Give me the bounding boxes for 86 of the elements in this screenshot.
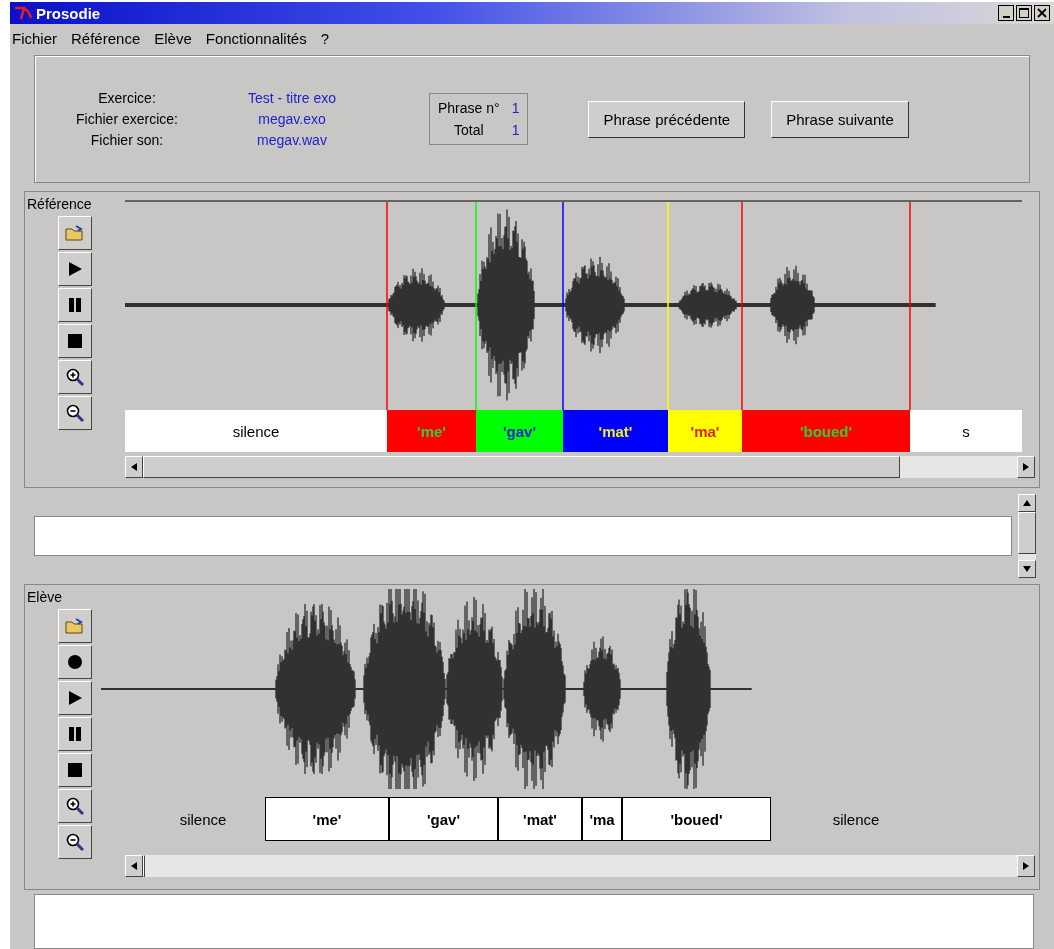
scroll-left-button[interactable] [125,456,143,478]
segment-label: 'boued' [742,410,910,452]
window-title: Prosodie [36,4,102,22]
tool-button[interactable] [58,288,92,322]
segment-label: s [910,410,1022,452]
down-arrow-icon [1023,566,1031,572]
scroll-right-button[interactable] [1017,456,1035,478]
counter-value: 1 [511,122,520,138]
stop-icon [67,333,83,349]
scroll-right-button[interactable] [1017,855,1035,877]
info-value: megav.exo [257,111,327,127]
tool-button[interactable] [58,825,92,859]
tool-button[interactable] [58,609,92,643]
segment-label: 'ma' [668,410,742,452]
pause-icon [67,726,83,742]
segment-label: 'mat' [498,797,582,841]
zoom-in-icon [66,797,84,815]
status-field[interactable] [34,894,1034,949]
folder-icon [65,617,85,635]
menu-item[interactable]: Fichier [12,30,57,47]
tool-button[interactable] [58,396,92,430]
zoom-out-icon [66,833,84,851]
info-value: megav.wav [256,132,328,148]
segment-label: 'mat' [563,410,668,452]
up-arrow-icon [1023,500,1031,506]
info-label: Fichier exercice: [75,111,179,127]
segment-label: 'boued' [622,797,771,841]
tool-button[interactable] [58,753,92,787]
panel-title: Elève [26,589,63,605]
tool-button[interactable] [58,681,92,715]
scroll-down-button[interactable] [1018,560,1036,578]
folder-icon [65,224,85,242]
info-label: Fichier son: [89,132,165,148]
segment-label: 'me' [387,410,476,452]
phrase-button[interactable]: Phrase suivante [771,100,909,138]
scroll-thumb[interactable] [1018,512,1036,554]
segment-label: 'gav' [389,797,498,841]
zoom-out-icon [66,404,84,422]
menu-item[interactable]: ? [320,30,329,47]
tool-button[interactable] [58,789,92,823]
maximize-icon [1019,8,1029,18]
minimize-button[interactable] [998,5,1014,21]
close-icon [1037,8,1047,18]
play-icon [67,690,83,706]
counter-label: Total [453,122,485,138]
segment-label: silence [125,410,387,452]
segment-label: silence [178,809,228,830]
stop-icon [67,762,83,778]
play-icon [67,261,83,277]
scroll-thumb[interactable] [143,855,145,877]
maximize-button[interactable] [1016,5,1032,21]
left-arrow-icon [131,862,137,870]
menu-item[interactable]: Elève [154,30,192,47]
segment-label: 'me' [265,797,389,841]
tool-button[interactable] [58,645,92,679]
tool-button[interactable] [58,717,92,751]
counter-label: Phrase n° [438,100,500,116]
right-arrow-icon [1023,862,1029,870]
menu-item[interactable]: Référence [71,30,141,47]
phrase-button[interactable]: Phrase précédente [588,100,746,138]
vertical-scrollbar[interactable] [1018,494,1036,578]
menu-item[interactable]: Fonctionnalités [205,30,307,47]
info-value: Test - titre exo [247,90,337,106]
comment-field[interactable] [34,516,1012,556]
zoom-in-icon [66,368,84,386]
scroll-thumb[interactable] [143,456,901,478]
tool-button[interactable] [58,360,92,394]
horizontal-scrollbar[interactable] [125,456,1035,478]
tool-button[interactable] [58,252,92,286]
segment-label: 'gav' [476,410,563,452]
segment-label: 'ma [582,797,622,841]
scroll-up-button[interactable] [1018,494,1036,512]
tool-button[interactable] [58,216,92,250]
minimize-icon [1002,16,1010,18]
panel-title: Référence [26,196,92,212]
close-button[interactable] [1034,5,1050,21]
left-arrow-icon [131,463,137,471]
horizontal-scrollbar[interactable] [125,855,1035,877]
pause-icon [67,297,83,313]
record-icon [67,654,83,670]
segment-label: silence [831,809,881,830]
counter-value: 1 [511,100,520,116]
scroll-left-button[interactable] [125,855,143,877]
tool-button[interactable] [58,324,92,358]
right-arrow-icon [1023,463,1029,471]
info-label: Exercice: [97,90,157,106]
